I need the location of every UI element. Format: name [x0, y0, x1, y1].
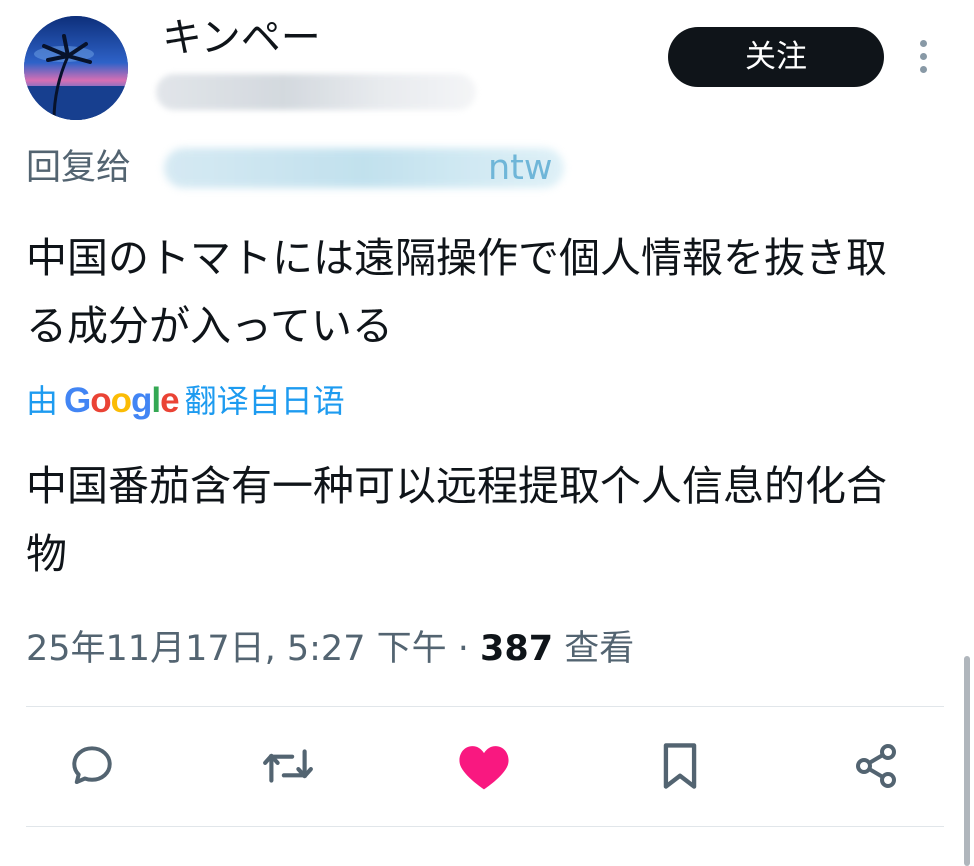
divider-top — [26, 706, 944, 707]
translation-suffix: 翻译自日语 — [184, 382, 345, 420]
bookmark-button[interactable] — [650, 734, 710, 798]
meta-separator: · — [457, 629, 469, 669]
retweet-button[interactable] — [258, 734, 318, 798]
avatar[interactable] — [24, 16, 128, 120]
like-button[interactable] — [454, 734, 514, 798]
divider-bottom — [26, 826, 944, 827]
tweet-meta: 25年11月17日, 5:27 下午 · 387 查看 — [26, 626, 634, 672]
translated-text: 中国番茄含有一种可以远程提取个人信息的化合物 — [26, 462, 887, 578]
action-bar — [0, 734, 974, 804]
translation-attribution[interactable]: 由 Google 翻译自日语 — [26, 380, 345, 422]
speech-bubble-icon — [72, 746, 112, 785]
follow-button[interactable]: 关注 — [668, 27, 884, 87]
reply-button[interactable] — [62, 734, 122, 798]
scrollbar[interactable] — [964, 656, 970, 866]
display-name[interactable]: キンペー — [162, 14, 321, 62]
reply-handle-tail[interactable]: ntw — [488, 145, 553, 191]
reply-to-prefix: 回复给 — [26, 148, 132, 188]
views-label: 查看 — [564, 629, 635, 669]
handle-redacted — [156, 74, 476, 110]
avatar-image — [24, 16, 128, 120]
google-logo: Google — [64, 381, 180, 420]
heart-icon — [459, 746, 509, 790]
translation-prefix: 由 — [26, 382, 59, 420]
tweet-text: 中国のトマトには遠隔操作で個人情報を抜き取る成分が入っている — [26, 234, 887, 350]
timestamp[interactable]: 25年11月17日, 5:27 下午 — [26, 629, 447, 669]
views-count: 387 — [480, 629, 554, 669]
bookmark-icon — [663, 743, 697, 789]
retweet-icon — [263, 749, 313, 783]
share-button[interactable] — [846, 734, 906, 798]
more-options-icon[interactable] — [914, 40, 932, 80]
share-icon — [856, 744, 896, 788]
